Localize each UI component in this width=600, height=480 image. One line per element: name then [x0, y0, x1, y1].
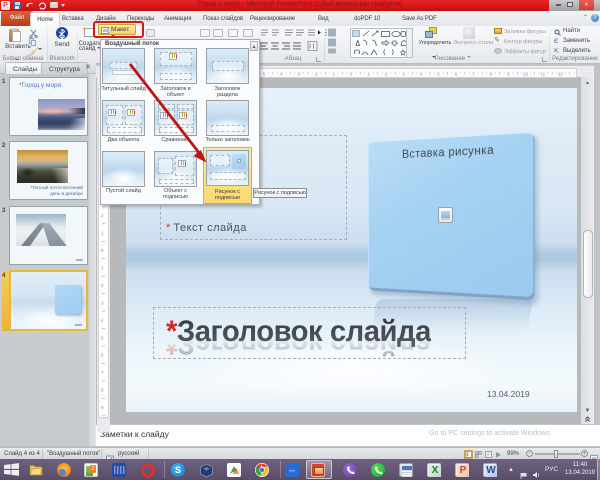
svg-text:1: 1 [101, 265, 104, 270]
svg-text:7: 7 [101, 370, 104, 375]
svg-text:1: 1 [332, 72, 335, 77]
svg-text:6: 6 [455, 72, 458, 77]
svg-text:9: 9 [101, 405, 104, 410]
svg-text:4: 4 [420, 72, 423, 77]
svg-text:6: 6 [101, 353, 104, 358]
svg-text:3: 3 [101, 300, 104, 305]
svg-text:8: 8 [490, 72, 493, 77]
svg-text:8: 8 [101, 388, 104, 393]
svg-text:1: 1 [367, 72, 370, 77]
svg-text:5: 5 [437, 72, 440, 77]
svg-text:3: 3 [298, 72, 301, 77]
svg-text:2: 2 [101, 283, 104, 288]
svg-text:1: 1 [101, 231, 104, 236]
svg-text:3: 3 [402, 72, 405, 77]
svg-text:0: 0 [101, 248, 104, 253]
svg-text:2: 2 [101, 213, 104, 218]
svg-text:7: 7 [472, 72, 475, 77]
svg-text:0: 0 [350, 72, 353, 77]
svg-text:11: 11 [540, 72, 545, 77]
svg-text:5: 5 [101, 335, 104, 340]
svg-text:4: 4 [101, 318, 104, 323]
svg-text:4: 4 [280, 72, 283, 77]
svg-text:5: 5 [263, 72, 266, 77]
svg-text:9: 9 [507, 72, 510, 77]
svg-text:10: 10 [523, 72, 529, 77]
svg-text:12: 12 [558, 72, 564, 77]
svg-text:2: 2 [315, 72, 318, 77]
svg-text:2: 2 [385, 72, 388, 77]
